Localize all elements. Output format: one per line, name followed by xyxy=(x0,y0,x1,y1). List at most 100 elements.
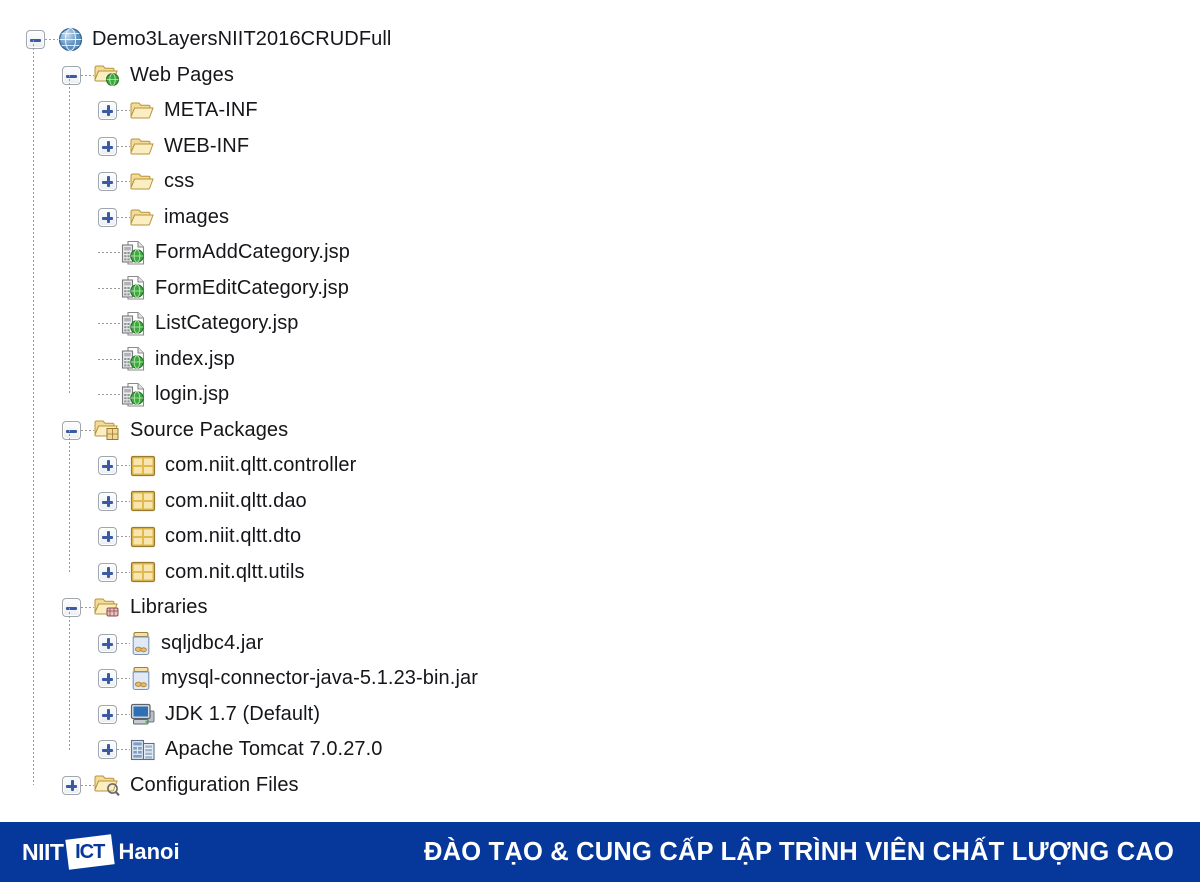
indent-spacer xyxy=(0,181,98,182)
collapse-toggle-icon[interactable] xyxy=(62,420,81,440)
collapse-toggle-icon[interactable] xyxy=(62,598,81,618)
indent-spacer xyxy=(0,217,98,218)
tree-node-label: FormAddCategory.jsp xyxy=(155,241,350,264)
jsp-file-icon xyxy=(121,347,145,371)
tree-node-label: Demo3LayersNIIT2016CRUDFull xyxy=(92,28,392,51)
tree-node-label: login.jsp xyxy=(155,383,230,406)
tree-node-label: FormEditCategory.jsp xyxy=(155,276,349,299)
tree-node[interactable]: css xyxy=(0,164,1200,200)
package-icon xyxy=(130,562,156,583)
package-icon xyxy=(130,526,156,547)
tree-node[interactable]: Configuration Files xyxy=(0,768,1200,804)
tree-node-label: ListCategory.jsp xyxy=(155,312,299,335)
tree-connector xyxy=(117,145,130,147)
indent-spacer xyxy=(0,146,98,147)
tree-node[interactable]: WEB-INF xyxy=(0,129,1200,165)
tree-node-label: JDK 1.7 (Default) xyxy=(165,702,321,725)
collapse-toggle-icon[interactable] xyxy=(62,65,81,85)
indent-spacer xyxy=(0,714,98,715)
logo-ict-text: ICT xyxy=(75,840,106,863)
expand-toggle-icon[interactable] xyxy=(98,740,117,760)
tree-connector xyxy=(117,500,130,502)
project-tree[interactable]: Demo3LayersNIIT2016CRUDFull Web Pages META… xyxy=(0,0,1200,822)
tree-leaf-connector xyxy=(98,252,120,254)
tree-connector xyxy=(81,784,94,786)
tree-node[interactable]: Web Pages xyxy=(0,58,1200,94)
indent-spacer xyxy=(0,359,98,360)
expand-toggle-icon[interactable] xyxy=(98,527,117,547)
logo-hanoi-text: Hanoi xyxy=(118,839,180,864)
tree-connector xyxy=(117,216,130,218)
indent-spacer xyxy=(0,75,62,76)
indent-spacer xyxy=(0,785,62,786)
indent-spacer xyxy=(0,607,62,608)
indent-spacer xyxy=(0,110,98,111)
tree-connector xyxy=(117,536,130,538)
indent-spacer xyxy=(0,252,98,253)
tree-guide-line xyxy=(69,75,70,395)
collapse-toggle-icon[interactable] xyxy=(26,30,45,50)
jar-icon xyxy=(132,631,150,655)
expand-toggle-icon[interactable] xyxy=(62,775,81,795)
indent-spacer xyxy=(0,39,26,40)
tree-node-label: Web Pages xyxy=(130,63,234,86)
tree-guide-line xyxy=(69,430,70,573)
tree-node-label: Configuration Files xyxy=(130,773,299,796)
source-packages-folder-icon xyxy=(94,420,119,441)
niit-hanoi-logo: NIIT ICT Hanoi xyxy=(22,834,180,870)
expand-toggle-icon[interactable] xyxy=(98,456,117,476)
tree-node[interactable]: META-INF xyxy=(0,93,1200,129)
indent-spacer xyxy=(0,536,98,537)
jsp-file-icon xyxy=(121,240,145,265)
tree-node[interactable]: com.niit.qltt.dao xyxy=(0,484,1200,520)
tree-node[interactable]: ListCategory.jsp xyxy=(0,306,1200,342)
indent-spacer xyxy=(0,749,98,750)
tree-connector xyxy=(117,110,130,112)
indent-spacer xyxy=(0,678,98,679)
tree-node[interactable]: FormEditCategory.jsp xyxy=(0,271,1200,307)
package-icon xyxy=(130,491,156,512)
expand-toggle-icon[interactable] xyxy=(98,562,117,582)
tree-node[interactable]: images xyxy=(0,200,1200,236)
tree-node-label: com.niit.qltt.dto xyxy=(165,525,302,548)
indent-spacer xyxy=(0,323,98,324)
tree-node[interactable]: JDK 1.7 (Default) xyxy=(0,697,1200,733)
tree-connector xyxy=(117,749,130,751)
expand-toggle-icon[interactable] xyxy=(98,669,117,689)
tree-node[interactable]: Apache Tomcat 7.0.27.0 xyxy=(0,732,1200,768)
tree-node[interactable]: com.niit.qltt.controller xyxy=(0,448,1200,484)
indent-spacer xyxy=(0,465,98,466)
tree-connector xyxy=(81,429,94,431)
tree-node[interactable]: com.nit.qltt.utils xyxy=(0,555,1200,591)
expand-toggle-icon[interactable] xyxy=(98,101,117,121)
expand-toggle-icon[interactable] xyxy=(98,172,117,192)
indent-spacer xyxy=(0,394,98,395)
expand-toggle-icon[interactable] xyxy=(98,136,117,156)
web-pages-folder-icon xyxy=(94,65,119,87)
tree-node[interactable]: Demo3LayersNIIT2016CRUDFull xyxy=(0,22,1200,58)
expand-toggle-icon[interactable] xyxy=(98,633,117,653)
tree-node[interactable]: Libraries xyxy=(0,590,1200,626)
tree-node-label: sqljdbc4.jar xyxy=(161,631,264,654)
libraries-folder-icon xyxy=(94,598,119,617)
expand-toggle-icon[interactable] xyxy=(98,491,117,511)
tree-connector xyxy=(45,39,58,41)
banner-tagline: ĐÀO TẠO & CUNG CẤP LẬP TRÌNH VIÊN CHẤT L… xyxy=(424,837,1174,866)
tree-node[interactable]: com.niit.qltt.dto xyxy=(0,519,1200,555)
tree-node[interactable]: FormAddCategory.jsp xyxy=(0,235,1200,271)
tree-node-label: Apache Tomcat 7.0.27.0 xyxy=(165,738,383,761)
tree-node[interactable]: Source Packages xyxy=(0,413,1200,449)
tree-connector xyxy=(117,571,130,573)
tree-node[interactable]: index.jsp xyxy=(0,342,1200,378)
tree-node[interactable]: mysql-connector-java-5.1.23-bin.jar xyxy=(0,661,1200,697)
tree-node-label: mysql-connector-java-5.1.23-bin.jar xyxy=(161,667,478,690)
tree-node-label: com.niit.qltt.dao xyxy=(165,489,307,512)
tree-node[interactable]: login.jsp xyxy=(0,377,1200,413)
tree-node[interactable]: sqljdbc4.jar xyxy=(0,626,1200,662)
tree-node-label: com.niit.qltt.controller xyxy=(165,454,357,477)
expand-toggle-icon[interactable] xyxy=(98,207,117,227)
tree-connector xyxy=(81,74,94,76)
tree-connector xyxy=(117,713,130,715)
expand-toggle-icon[interactable] xyxy=(98,704,117,724)
niit-footer-banner: NIIT ICT Hanoi ĐÀO TẠO & CUNG CẤP LẬP TR… xyxy=(0,822,1200,882)
